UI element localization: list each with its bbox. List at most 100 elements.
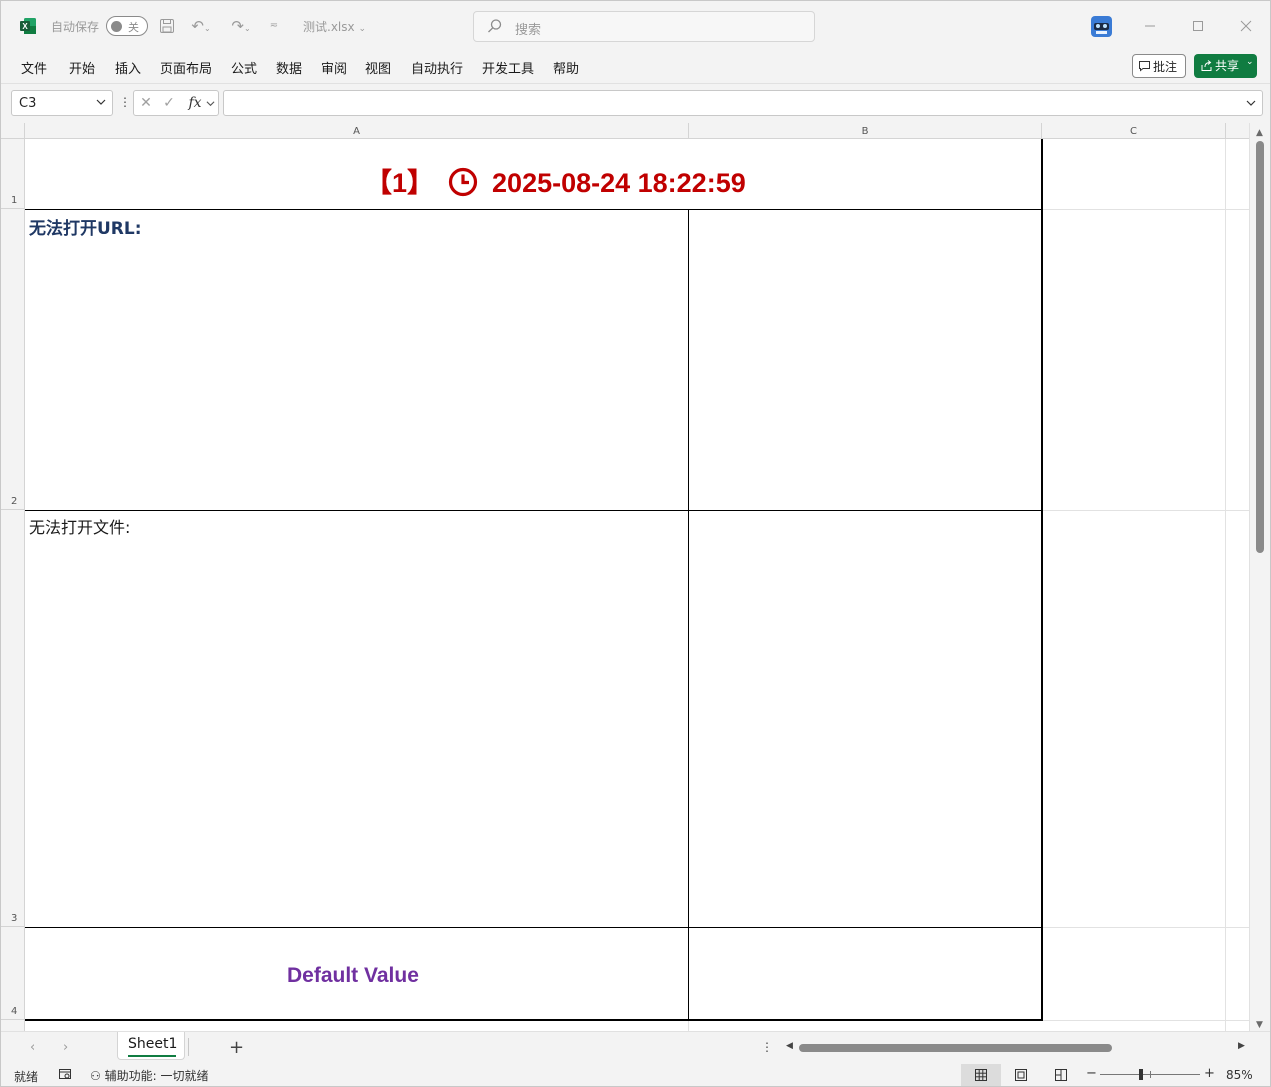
record-index: 【1】 xyxy=(365,168,435,198)
toggle-knob xyxy=(111,21,122,32)
row-number: 4 xyxy=(11,1006,18,1017)
tab-developer[interactable]: 开发工具 xyxy=(482,58,534,77)
page-break-view-button[interactable] xyxy=(1041,1064,1081,1086)
share-icon xyxy=(1201,60,1212,71)
insert-function-icon[interactable]: fx xyxy=(185,95,205,111)
expand-formula-icon[interactable] xyxy=(1246,98,1256,108)
accessibility-icon: ⚇ xyxy=(90,1069,101,1083)
cancel-icon[interactable]: ✕ xyxy=(138,95,154,111)
cell-a2-url-error-label[interactable]: 无法打开URL: xyxy=(29,214,142,239)
status-ready: 就绪 xyxy=(14,1070,39,1084)
zoom-slider-midpoint xyxy=(1150,1071,1151,1078)
chevron-down-icon: ⌄ xyxy=(1246,57,1254,67)
tab-help[interactable]: 帮助 xyxy=(553,58,579,77)
cell-border xyxy=(1041,139,1043,1021)
cell-border xyxy=(688,209,689,1020)
minimize-icon[interactable] xyxy=(1136,13,1164,39)
excel-app-icon[interactable]: X xyxy=(19,17,37,35)
file-name-text: 测试.xlsx xyxy=(303,20,355,34)
customize-toolbar-icon[interactable]: ≂ xyxy=(263,15,285,37)
vertical-scroll-thumb[interactable] xyxy=(1256,141,1264,553)
clock-icon xyxy=(448,167,478,197)
autosave-toggle[interactable]: 关 xyxy=(106,16,148,36)
search-input[interactable]: 搜索 xyxy=(473,11,815,42)
redo-icon[interactable]: ↷⌄ xyxy=(225,15,257,37)
comment-icon xyxy=(1139,61,1150,72)
vertical-scrollbar[interactable]: ▲ ▼ xyxy=(1249,123,1270,1031)
gridline xyxy=(1042,927,1249,928)
row-header-4[interactable]: 4 xyxy=(1,927,25,1020)
accessibility-status[interactable]: ⚇ 辅助功能: 一切就绪 xyxy=(90,1067,208,1084)
normal-view-button[interactable] xyxy=(961,1064,1001,1086)
close-icon[interactable] xyxy=(1232,13,1260,39)
save-icon[interactable] xyxy=(156,15,178,37)
sheet-tab-bar: ‹ › Sheet1 + ⋮ ◀ ▶ xyxy=(1,1031,1270,1063)
scroll-up-icon[interactable]: ▲ xyxy=(1256,128,1263,138)
tab-review[interactable]: 审阅 xyxy=(321,58,347,77)
cell-border xyxy=(25,927,1042,928)
file-name[interactable]: 测试.xlsx ⌄ xyxy=(303,18,366,35)
tab-automate[interactable]: 自动执行 xyxy=(411,58,463,77)
column-header-a[interactable]: A xyxy=(25,123,689,139)
chevron-down-icon xyxy=(96,99,106,105)
macro-recording-icon[interactable] xyxy=(58,1067,72,1081)
tab-view[interactable]: 视图 xyxy=(365,58,391,77)
scroll-right-icon[interactable]: ▶ xyxy=(1238,1041,1245,1051)
zoom-slider-knob[interactable] xyxy=(1139,1069,1143,1080)
prev-sheet-icon[interactable]: ‹ xyxy=(30,1040,35,1055)
tab-page-layout[interactable]: 页面布局 xyxy=(160,58,212,77)
column-header-d[interactable] xyxy=(1226,123,1249,139)
scroll-left-icon[interactable]: ◀ xyxy=(786,1041,793,1051)
tab-insert[interactable]: 插入 xyxy=(115,58,141,77)
row-number: 2 xyxy=(11,496,18,507)
column-header-b[interactable]: B xyxy=(689,123,1042,139)
report-header: 【1】 2025-08-24 18:22:59 xyxy=(365,161,746,200)
search-placeholder: 搜索 xyxy=(515,23,542,38)
autosave-label: 自动保存 xyxy=(51,20,100,34)
row-header-3[interactable]: 3 xyxy=(1,510,25,927)
timestamp: 2025-08-24 18:22:59 xyxy=(492,168,746,198)
status-bar: 就绪 ⚇ 辅助功能: 一切就绪 − + 85% xyxy=(1,1063,1270,1086)
zoom-out-icon[interactable]: − xyxy=(1086,1066,1097,1081)
add-sheet-icon[interactable]: + xyxy=(229,1037,244,1058)
more-options-icon[interactable]: ⋮ xyxy=(119,95,131,109)
confirm-icon[interactable]: ✓ xyxy=(161,95,177,111)
tab-file[interactable]: 文件 xyxy=(21,58,47,77)
tab-formulas[interactable]: 公式 xyxy=(231,58,257,77)
gridline xyxy=(1225,139,1226,1031)
scroll-down-icon[interactable]: ▼ xyxy=(1256,1020,1263,1030)
cell-a4-default-value[interactable]: Default Value xyxy=(287,964,419,988)
tab-data[interactable]: 数据 xyxy=(276,58,302,77)
chevron-down-icon[interactable] xyxy=(206,99,215,108)
comments-button[interactable]: 批注 xyxy=(1132,54,1186,78)
tab-home[interactable]: 开始 xyxy=(69,58,95,77)
grid-view-icon xyxy=(975,1069,987,1081)
select-all-corner[interactable] xyxy=(1,123,25,139)
name-box[interactable]: C3 xyxy=(11,90,113,116)
ribbon-tabs: 文件 开始 插入 页面布局 公式 数据 审阅 视图 自动执行 开发工具 帮助 xyxy=(1,51,1270,82)
share-button[interactable]: 共享 ⌄ xyxy=(1194,54,1257,78)
zoom-in-icon[interactable]: + xyxy=(1204,1066,1215,1081)
maximize-icon[interactable] xyxy=(1184,13,1212,39)
gridline xyxy=(1042,1020,1249,1021)
share-label: 共享 xyxy=(1215,59,1240,73)
undo-icon[interactable]: ↶⌄ xyxy=(185,15,217,37)
cell-a1[interactable]: 【1】 2025-08-24 18:22:59 xyxy=(25,139,1042,209)
row-number: 3 xyxy=(11,913,18,924)
formula-input[interactable] xyxy=(223,90,1263,116)
more-options-icon[interactable]: ⋮ xyxy=(761,1040,773,1054)
zoom-level[interactable]: 85% xyxy=(1226,1068,1253,1082)
cell-a3-file-error-label[interactable]: 无法打开文件: xyxy=(29,514,130,538)
horizontal-scroll-thumb[interactable] xyxy=(799,1044,1112,1052)
user-avatar-icon[interactable] xyxy=(1091,16,1112,37)
page-layout-icon xyxy=(1015,1069,1027,1081)
row-header-2[interactable]: 2 xyxy=(1,209,25,510)
row-header-1[interactable]: 1 xyxy=(1,139,25,209)
next-sheet-icon[interactable]: › xyxy=(63,1040,68,1055)
page-layout-view-button[interactable] xyxy=(1001,1064,1041,1086)
autosave-state: 关 xyxy=(128,21,139,34)
column-header-c[interactable]: C xyxy=(1042,123,1226,139)
row-header-5[interactable] xyxy=(1,1020,25,1031)
sheet-tab-sheet1[interactable]: Sheet1 xyxy=(117,1032,185,1060)
chevron-down-icon: ⌄ xyxy=(358,24,366,34)
